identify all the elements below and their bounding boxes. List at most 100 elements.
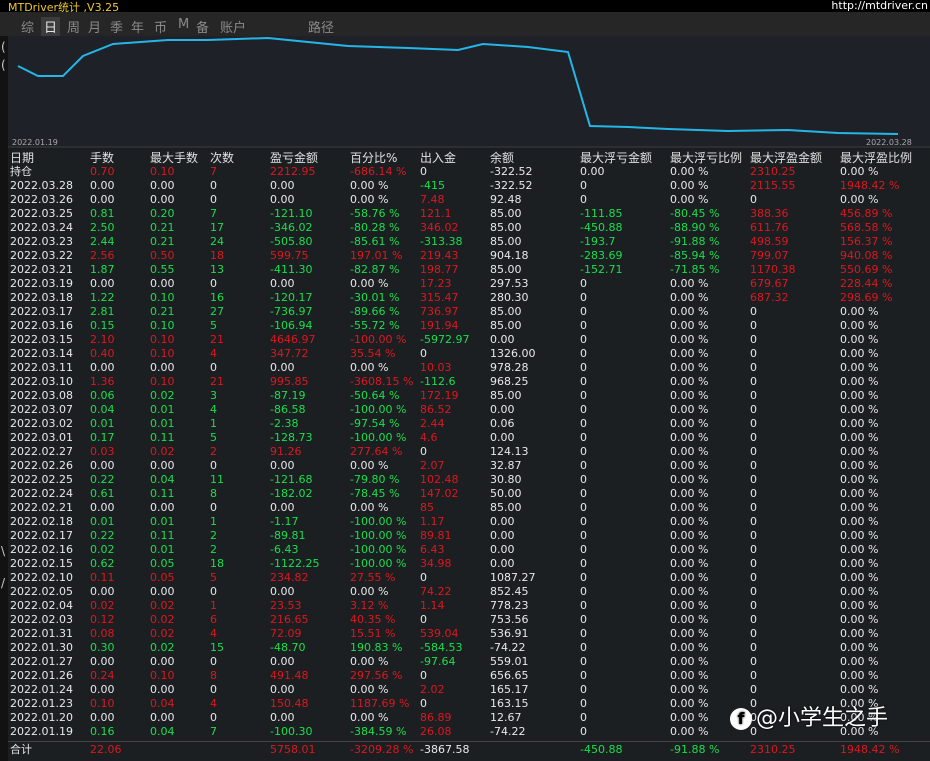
row-max-float-loss: 0 — [580, 585, 587, 598]
table-row[interactable]: 2022.01.27 0.00 0.00 0 0.00 0.00 % -97.64 559.0… — [8, 655, 930, 669]
row-balance: 536.91 — [490, 627, 529, 640]
table-row[interactable]: 2022.02.21 0.00 0.00 0 0.00 0.00 % 85 85.00 0 0.0… — [8, 501, 930, 515]
table-row[interactable]: 2022.03.22 2.56 0.50 18 599.75 197.01 % 219.43… — [8, 249, 930, 263]
table-row[interactable]: 2022.03.26 0.00 0.00 0 0.00 0.00 % 7.48 92.48 0 0… — [8, 193, 930, 207]
table-row[interactable]: 2022.02.18 0.01 0.01 1 -1.17 -100.00 % 1.17 0.0… — [8, 515, 930, 529]
row-max-float-loss-pct: 0.00 % — [670, 347, 709, 360]
row-lots: 1.22 — [90, 291, 115, 304]
table-row[interactable]: 2022.02.25 0.22 0.04 11 -121.68 -79.80 % 102.4… — [8, 473, 930, 487]
table-row[interactable]: 2022.02.05 0.00 0.00 0 0.00 0.00 % 74.22 852.45… — [8, 585, 930, 599]
tab-6[interactable]: 币 — [154, 17, 167, 36]
row-max-float-loss-pct: 0.00 % — [670, 711, 709, 724]
tab-9[interactable]: 账户 — [220, 17, 246, 36]
row-max-float-loss-pct: 0.00 % — [670, 431, 709, 444]
table-header: 日期 手数 最大手数 次数 盈亏金额 百分比% 出入金 余额 最大浮亏金额 最大浮亏比例 最大浮盈金… — [8, 151, 930, 165]
tab-0[interactable]: 综 — [21, 17, 34, 36]
row-deposit: 4.6 — [420, 431, 438, 444]
table-row[interactable]: 2022.03.01 0.17 0.11 5 -128.73 -100.00 % 4.6 0.… — [8, 431, 930, 445]
table-row[interactable]: 2022.03.08 0.06 0.02 3 -87.19 -50.64 % 172.19 8… — [8, 389, 930, 403]
table-row[interactable]: 2022.02.17 0.22 0.11 2 -89.81 -100.00 % 89.81 0… — [8, 529, 930, 543]
row-max-float-loss: -152.71 — [580, 263, 623, 276]
row-lots: 0.00 — [90, 193, 115, 206]
table-row[interactable]: 2022.01.31 0.08 0.02 4 72.09 15.51 % 539.04 536… — [8, 627, 930, 641]
table-row[interactable]: 2022.03.17 2.81 0.21 27 -736.97 -89.66 % 736.9… — [8, 305, 930, 319]
table-row[interactable]: 2022.01.24 0.00 0.00 0 0.00 0.00 % 2.02 165.17 0… — [8, 683, 930, 697]
row-max-float-loss: 0 — [580, 571, 587, 584]
row-pnl: -121.68 — [270, 473, 313, 486]
tab-7[interactable]: M — [178, 17, 189, 32]
table-row[interactable]: 2022.02.04 0.02 0.02 1 23.53 3.12 % 1.14 778.23… — [8, 599, 930, 613]
row-max-float-loss-pct: 0.00 % — [670, 319, 709, 332]
row-percent: -79.80 % — [350, 473, 400, 486]
table-row[interactable]: 2022.03.24 2.50 0.21 17 -346.02 -80.28 % 346.0… — [8, 221, 930, 235]
row-max-lots: 0.11 — [150, 529, 175, 542]
table-row[interactable]: 2022.03.11 0.00 0.00 0 0.00 0.00 % 10.03 978.28… — [8, 361, 930, 375]
row-lots: 0.40 — [90, 347, 115, 360]
table-row[interactable]: 2022.02.27 0.03 0.02 2 91.26 277.64 % 0 124.13 0… — [8, 445, 930, 459]
table-row[interactable]: 2022.03.16 0.15 0.10 5 -106.94 -55.72 % 191.94… — [8, 319, 930, 333]
website-link[interactable]: http://mtdriver.cn — [831, 0, 928, 12]
row-max-lots: 0.00 — [150, 655, 175, 668]
row-date: 2022.03.26 — [10, 193, 73, 206]
tab-8[interactable]: 备 — [196, 17, 209, 36]
row-date: 2022.01.20 — [10, 711, 73, 724]
row-lots: 0.00 — [90, 711, 115, 724]
row-deposit: 89.81 — [420, 529, 452, 542]
row-count: 1 — [210, 417, 217, 430]
table-row[interactable]: 2022.02.24 0.61 0.11 8 -182.02 -78.45 % 147.02… — [8, 487, 930, 501]
row-balance: 852.45 — [490, 585, 529, 598]
row-percent: -100.00 % — [350, 403, 407, 416]
table-row[interactable]: 持仓 0.70 0.10 7 2212.95 -686.14 % 0 -322.52 0.00 0… — [8, 165, 930, 179]
table-row[interactable]: 2022.03.14 0.40 0.10 4 347.72 35.54 % 0 1326.00… — [8, 347, 930, 361]
table-row[interactable]: 2022.03.21 1.87 0.55 13 -411.30 -82.87 % 198.7… — [8, 263, 930, 277]
row-max-float-loss: -283.69 — [580, 249, 623, 262]
row-max-float-profit-pct: 0.00 % — [840, 445, 879, 458]
row-count: 0 — [210, 277, 217, 290]
row-deposit: 102.48 — [420, 473, 459, 486]
table-row[interactable]: 2022.03.10 1.36 0.10 21 995.85 -3608.15 % -112… — [8, 375, 930, 389]
row-deposit: 0 — [420, 165, 427, 178]
table-row[interactable]: 2022.03.19 0.00 0.00 0 0.00 0.00 % 17.23 297.53… — [8, 277, 930, 291]
row-max-float-loss-pct: 0.00 % — [670, 557, 709, 570]
table-row[interactable]: 2022.03.15 2.10 0.10 21 4646.97 -100.00 % -597… — [8, 333, 930, 347]
row-max-float-profit-pct: 0.00 % — [840, 557, 879, 570]
row-max-float-loss: 0 — [580, 501, 587, 514]
row-max-float-profit-pct: 0.00 % — [840, 613, 879, 626]
row-balance: 85.00 — [490, 501, 522, 514]
row-pnl: -1.17 — [270, 515, 299, 528]
tab-3[interactable]: 月 — [88, 17, 101, 36]
row-date: 2022.01.27 — [10, 655, 73, 668]
row-balance: 753.56 — [490, 613, 529, 626]
row-deposit: 0 — [420, 697, 427, 710]
tab-5[interactable]: 年 — [131, 17, 144, 36]
table-row[interactable]: 2022.03.07 0.04 0.01 4 -86.58 -100.00 % 86.52 0… — [8, 403, 930, 417]
table-row[interactable]: 2022.02.16 0.02 0.01 2 -6.43 -100.00 % 6.43 0.0… — [8, 543, 930, 557]
row-max-lots: 0.04 — [150, 473, 175, 486]
row-pnl: -505.80 — [270, 235, 313, 248]
row-deposit: -415 — [420, 179, 445, 192]
tab-1[interactable]: 日 — [41, 17, 61, 36]
row-lots: 0.81 — [90, 207, 115, 220]
row-date: 2022.03.01 — [10, 431, 73, 444]
row-max-float-profit-pct: 0.00 % — [840, 417, 879, 430]
table-row[interactable]: 2022.02.10 0.11 0.05 5 234.82 27.55 % 0 1087.27… — [8, 571, 930, 585]
table-row[interactable]: 2022.02.15 0.62 0.05 18 -1122.25 -100.00 % 34.… — [8, 557, 930, 571]
row-lots: 0.00 — [90, 277, 115, 290]
row-max-float-loss-pct: -91.88 % — [670, 235, 720, 248]
row-date: 持仓 — [10, 165, 32, 178]
row-max-float-profit-pct: 298.69 % — [840, 291, 893, 304]
table-row[interactable]: 2022.01.30 0.30 0.02 15 -48.70 190.83 % -584.5… — [8, 641, 930, 655]
table-row[interactable]: 2022.01.26 0.24 0.10 8 491.48 297.56 % 0 656.65… — [8, 669, 930, 683]
table-row[interactable]: 2022.03.28 0.00 0.00 0 0.00 0.00 % -415 -322.52… — [8, 179, 930, 193]
tab-2[interactable]: 周 — [67, 17, 80, 36]
tab-10[interactable]: 路径 — [308, 17, 334, 36]
table-row[interactable]: 2022.03.25 0.81 0.20 7 -121.10 -58.76 % 121.1 8… — [8, 207, 930, 221]
tab-4[interactable]: 季 — [110, 17, 123, 36]
row-max-float-profit: 0 — [750, 431, 757, 444]
table-row[interactable]: 2022.02.03 0.12 0.02 6 216.65 40.35 % 0 753.56 0… — [8, 613, 930, 627]
table-row[interactable]: 2022.03.23 2.44 0.21 24 -505.80 -85.61 % -313.… — [8, 235, 930, 249]
row-balance: 85.00 — [490, 263, 522, 276]
table-row[interactable]: 2022.03.18 1.22 0.10 16 -120.17 -30.01 % 315.4… — [8, 291, 930, 305]
table-row[interactable]: 2022.03.02 0.01 0.01 1 -2.38 -97.54 % 2.44 0.06… — [8, 417, 930, 431]
table-row[interactable]: 2022.02.26 0.00 0.00 0 0.00 0.00 % 2.07 32.87 0 0… — [8, 459, 930, 473]
